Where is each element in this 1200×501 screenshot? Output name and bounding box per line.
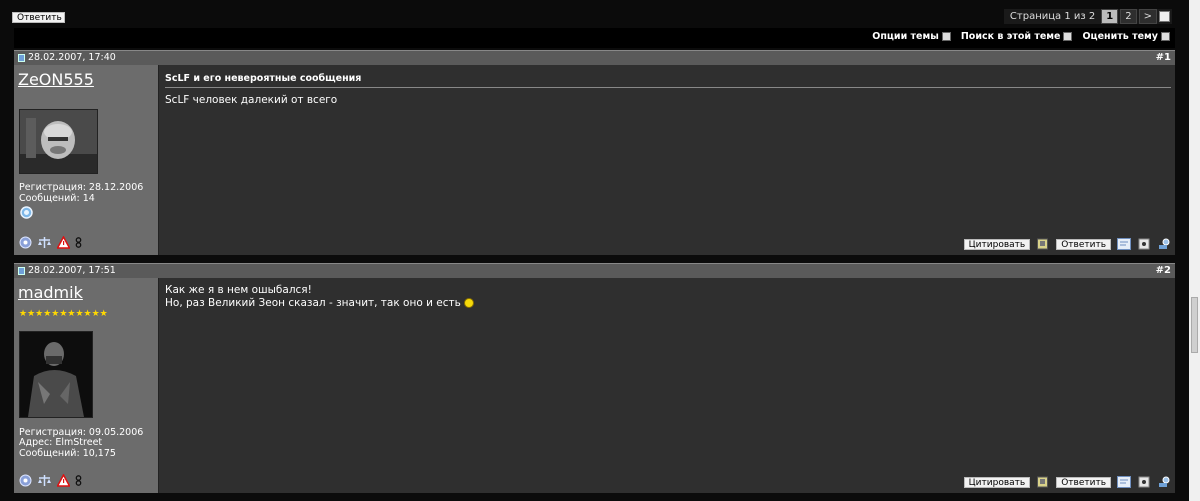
post-number-link[interactable]: #1 xyxy=(1156,52,1171,63)
post-icon xyxy=(18,266,25,275)
search-thread-label: Поиск в этой теме xyxy=(960,31,1061,42)
dropdown-icon xyxy=(1161,32,1170,41)
user-actions xyxy=(19,474,82,487)
reply-button[interactable]: Ответить xyxy=(1056,476,1111,488)
message-count: Сообщений: 14 xyxy=(19,193,95,204)
quote-button[interactable]: Цитировать xyxy=(963,238,1031,250)
dropdown-icon xyxy=(941,32,951,41)
post-header: 28.02.2007, 17:40 #1 xyxy=(14,50,1175,65)
user-rank-stars: ★★★★★★★★★★★ xyxy=(19,309,108,319)
page-link-2[interactable]: 2 xyxy=(1120,9,1137,24)
rate-thread-label: Оценить тему xyxy=(1082,31,1158,42)
post-text-line-2: Но, раз Великий Зеон сказал - значит, та… xyxy=(165,297,475,310)
post-date-text: 28.02.2007, 17:40 xyxy=(28,52,116,63)
profile-icon[interactable] xyxy=(19,236,32,249)
smiley-icon xyxy=(464,298,475,308)
post-1: 28.02.2007, 17:40 #1 ZeON555 Регистрация… xyxy=(14,50,1175,255)
user-thanks-icon[interactable] xyxy=(1157,238,1171,250)
username-link[interactable]: ZeON555 xyxy=(18,70,94,89)
user-actions xyxy=(19,236,82,249)
online-status-icon xyxy=(20,206,33,219)
page-link-1[interactable]: 1 xyxy=(1101,9,1119,24)
post-header: 28.02.2007, 17:51 #2 xyxy=(14,263,1175,278)
title-divider xyxy=(165,87,1171,88)
reputation-icon[interactable] xyxy=(37,236,52,249)
thread-tools-bar: Опции темы Поиск в этой теме Оценить тем… xyxy=(14,28,1175,48)
message-area: Как же я в нем ошыбался! Но, раз Великий… xyxy=(159,278,1175,493)
post-actions: Цитировать Ответить xyxy=(963,238,1171,250)
search-thread-menu[interactable]: Поиск в этой теме xyxy=(961,31,1073,42)
post-date: 28.02.2007, 17:40 xyxy=(18,52,116,63)
post-text-line-2-text: Но, раз Великий Зеон сказал - значит, та… xyxy=(165,297,461,309)
post-actions: Цитировать Ответить xyxy=(963,476,1171,488)
top-reply-button[interactable]: Ответить xyxy=(12,12,65,23)
post-icon xyxy=(18,53,25,62)
registration-date: Регистрация: 28.12.2006 xyxy=(19,182,144,193)
message-count: Сообщений: 10,175 xyxy=(19,448,116,459)
avatar[interactable] xyxy=(19,109,98,174)
rate-thread-menu[interactable]: Оценить тему xyxy=(1082,31,1170,42)
report-warning-icon[interactable] xyxy=(57,236,70,249)
profile-icon[interactable] xyxy=(19,474,32,487)
post-number-link[interactable]: #2 xyxy=(1156,265,1171,276)
user-info-panel: madmik ★★★★★★★★★★★ Регистрация: 09.05.20… xyxy=(14,278,159,493)
next-page-link[interactable]: > xyxy=(1138,9,1157,24)
reputation-icon[interactable] xyxy=(37,474,52,487)
post-date: 28.02.2007, 17:51 xyxy=(18,265,116,276)
post-text-line-1: Как же я в нем ошыбался! xyxy=(165,284,312,296)
quick-reply-icon[interactable] xyxy=(1117,238,1131,250)
dropdown-icon xyxy=(1063,32,1073,41)
avatar-image xyxy=(20,332,92,417)
multi-quote-icon[interactable] xyxy=(1036,476,1050,488)
message-area: ScLF и его невероятные сообщения ScLF че… xyxy=(159,65,1175,255)
report-warning-icon[interactable] xyxy=(57,474,70,487)
user-thanks-icon[interactable] xyxy=(1157,476,1171,488)
pagination: Страница 1 из 2 1 2 > xyxy=(1003,9,1172,24)
post-title: ScLF и его невероятные сообщения xyxy=(165,73,362,84)
thread-options-menu[interactable]: Опции темы xyxy=(872,31,951,42)
scrollbar-thumb[interactable] xyxy=(1191,297,1198,353)
quick-reply-icon[interactable] xyxy=(1117,476,1131,488)
gender-icon xyxy=(75,237,82,248)
username-link[interactable]: madmik xyxy=(18,283,83,302)
page-scrollbar[interactable] xyxy=(1189,0,1200,501)
post-text: ScLF человек далекий от всего xyxy=(165,94,338,106)
avatar[interactable] xyxy=(19,331,93,418)
post-date-text: 28.02.2007, 17:51 xyxy=(28,265,116,276)
user-info-panel: ZeON555 Регистрация: 28.12.2006 Сообщени… xyxy=(14,65,159,255)
jump-page-icon[interactable] xyxy=(1159,11,1170,22)
thread-options-label: Опции темы xyxy=(872,31,939,42)
post-2: 28.02.2007, 17:51 #2 madmik ★★★★★★★★★★★ … xyxy=(14,263,1175,493)
user-address: Адрес: ElmStreet xyxy=(19,437,103,448)
gender-icon xyxy=(75,475,82,486)
reply-button[interactable]: Ответить xyxy=(1056,238,1111,250)
report-post-icon[interactable] xyxy=(1137,238,1151,250)
multi-quote-icon[interactable] xyxy=(1036,238,1050,250)
page-counter: Страница 1 из 2 xyxy=(1009,11,1096,22)
report-post-icon[interactable] xyxy=(1137,476,1151,488)
quote-button[interactable]: Цитировать xyxy=(963,476,1031,488)
avatar-image xyxy=(20,110,97,173)
